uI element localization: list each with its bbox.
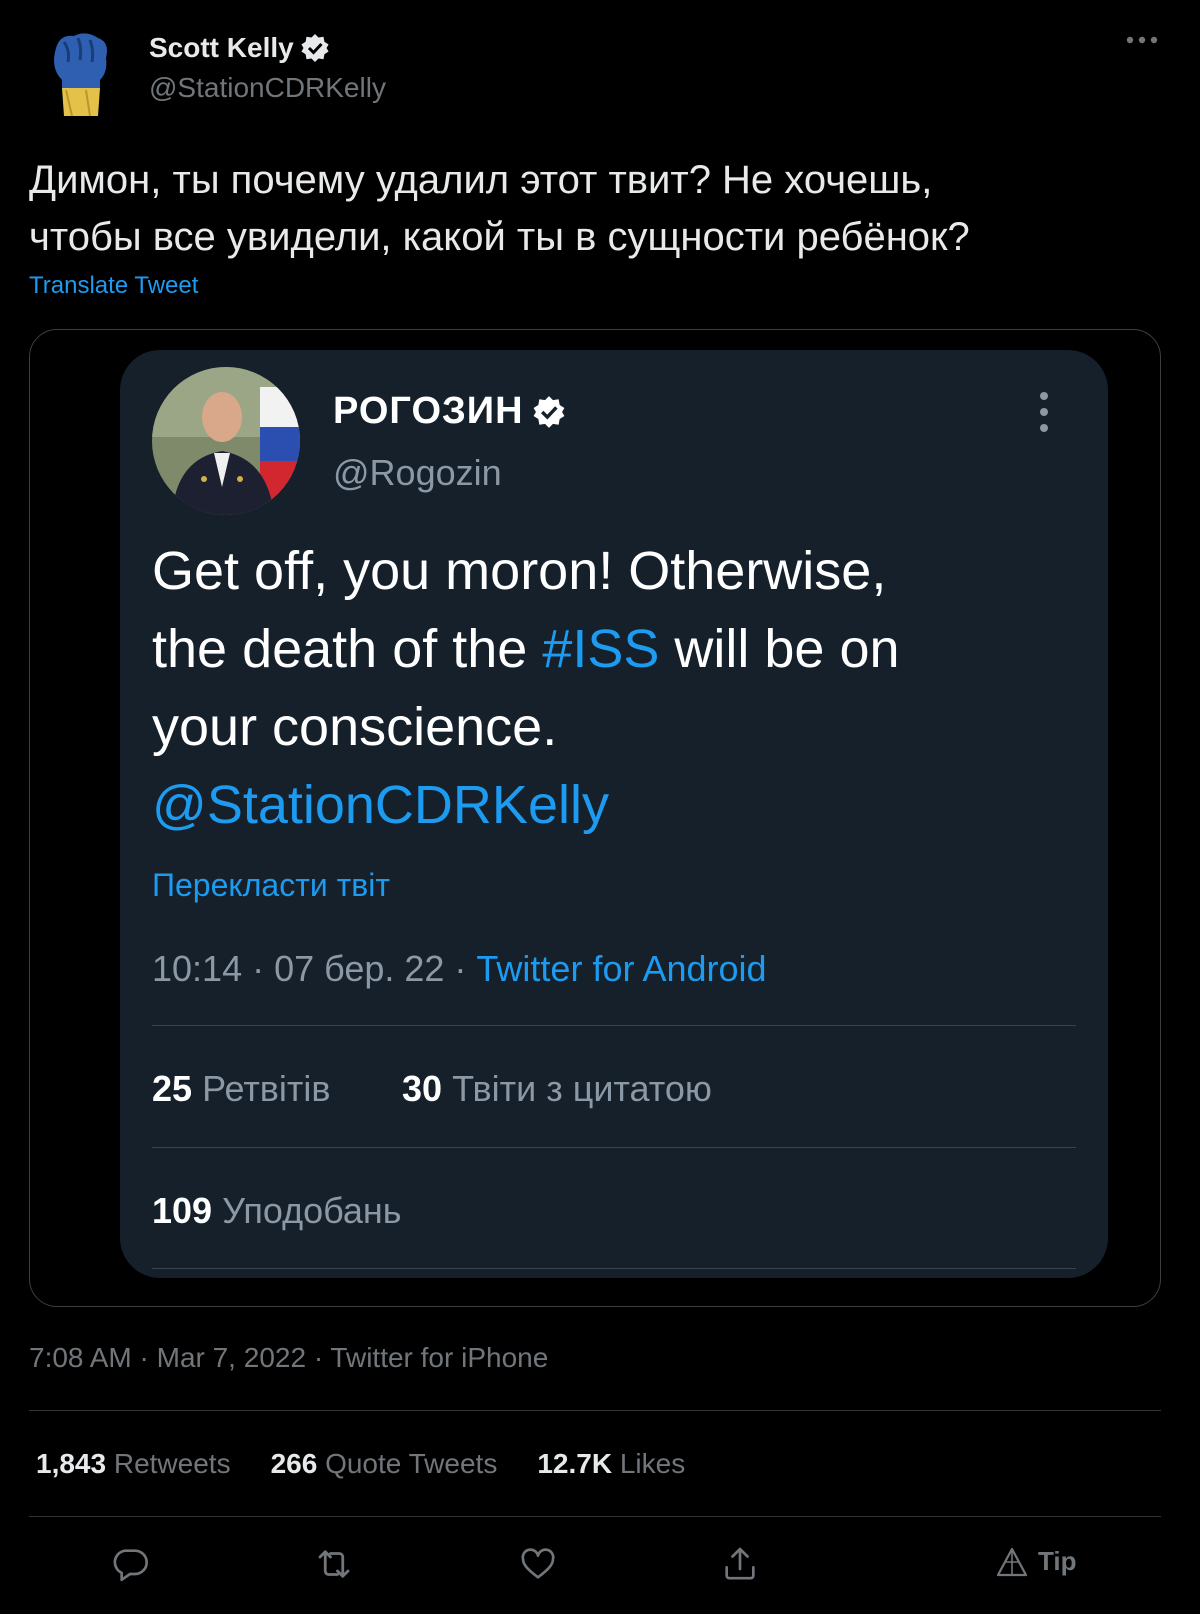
tweet-actions: Tip [0,1540,1200,1590]
hashtag: #ISS [542,619,660,679]
embedded-author-name: РОГОЗИН [333,390,566,433]
share-icon[interactable] [716,1540,764,1588]
mention: @StationCDRKelly [152,775,609,835]
embedded-source: Twitter for Android [476,948,767,989]
embedded-translate-link: Перекласти твіт [152,867,391,903]
like-icon[interactable] [514,1540,562,1588]
embedded-avatar [152,367,300,515]
embedded-quotes-label: Твіти з цитатою [452,1068,712,1109]
retweets-label: Retweets [113,1448,231,1479]
embedded-retweets-count: 25 [152,1068,193,1109]
tweet-text-line: чтобы все увидели, какой ты в сущности р… [29,215,970,259]
more-icon [1040,392,1050,440]
embedded-quotes-stat: 30 Твіти з цитатою [402,1068,712,1110]
more-icon[interactable] [1126,36,1158,44]
quote-tweets-label: Quote Tweets [325,1448,498,1479]
quote-tweets-stat[interactable]: 266 Quote Tweets [271,1448,498,1480]
verified-badge-icon [532,395,566,429]
reply-icon[interactable] [106,1540,154,1588]
embedded-likes-label: Уподобань [222,1190,402,1231]
embedded-divider [152,1025,1076,1026]
embedded-likes-count: 109 [152,1190,213,1231]
embedded-tweet-text: Get off, you moron! Otherwise, the death… [152,532,1052,844]
author-handle[interactable]: @StationCDRKelly [149,72,386,104]
embedded-divider [152,1268,1076,1269]
retweets-stat[interactable]: 1,843 Retweets [36,1448,231,1480]
embedded-text-line: your conscience. [152,697,558,757]
tweet-text: Димон, ты почему удалил этот твит? Не хо… [29,152,1169,266]
embedded-quotes-count: 30 [402,1068,443,1109]
embedded-author-handle: @Rogozin [333,452,502,493]
divider [29,1516,1161,1517]
likes-label: Likes [619,1448,686,1479]
embedded-text-line: Get off, you moron! Otherwise, [152,541,887,601]
author-name-text[interactable]: Scott Kelly [149,32,294,64]
likes-count: 12.7K [537,1448,613,1479]
embedded-retweets-stat: 25 Ретвітів [152,1068,331,1110]
tip-button[interactable]: Tip [996,1546,1077,1577]
quote-tweets-count: 266 [270,1448,318,1479]
likes-stat[interactable]: 12.7K Likes [537,1448,685,1480]
embedded-divider [152,1147,1076,1148]
verified-badge-icon [300,33,330,63]
retweet-icon[interactable] [310,1540,358,1588]
tweet-stats: 1,843 Retweets 266 Quote Tweets 12.7K Li… [36,1448,685,1480]
tweet-timestamp[interactable]: 7:08 AM · Mar 7, 2022 · Twitter for iPho… [29,1342,548,1374]
retweets-count: 1,843 [36,1448,107,1479]
author-name[interactable]: Scott Kelly [149,32,330,64]
embedded-author-name-text: РОГОЗИН [333,390,524,432]
divider [29,1410,1161,1411]
embedded-timestamp: 10:14 · 07 бер. 22 · Twitter for Android [152,948,767,990]
embedded-time-date: 10:14 · 07 бер. 22 · [152,948,477,989]
embedded-retweets-label: Ретвітів [202,1068,331,1109]
embedded-text-line: the death of the #ISS will be on [152,610,1052,688]
tip-icon [996,1547,1028,1577]
tweet-text-line: Димон, ты почему удалил этот твит? Не хо… [29,158,933,202]
tip-label: Tip [1038,1546,1077,1576]
embedded-text-segment: will be on [659,619,900,679]
author-avatar[interactable] [42,28,118,120]
embedded-text-segment: the death of the [152,619,543,679]
embedded-likes-stat: 109 Уподобань [152,1190,402,1232]
translate-tweet-link[interactable]: Translate Tweet [29,272,198,300]
